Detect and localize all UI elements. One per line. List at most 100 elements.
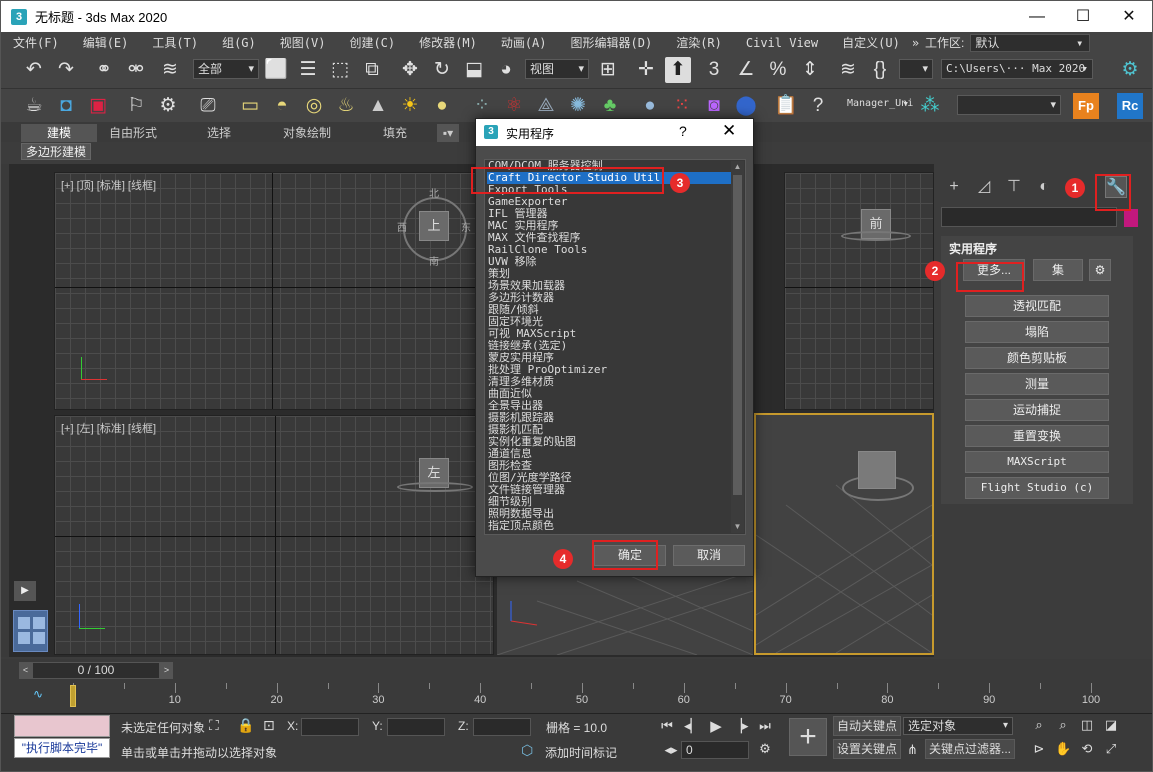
utility-list-item[interactable]: 通道信息 [487, 448, 731, 460]
sun-icon[interactable]: ☀ [397, 93, 423, 119]
prev-frame-button[interactable]: < [19, 662, 32, 679]
key-filter-icon[interactable]: ⋔ [907, 742, 918, 758]
viewcube-top[interactable]: 上 [419, 211, 449, 241]
selection-filter-select[interactable]: 全部 [193, 59, 259, 79]
utility-list-item[interactable]: 策划 [487, 268, 731, 280]
viewport-top-label[interactable]: [+] [顶] [标准] [线框] [61, 177, 156, 193]
menu-views[interactable]: 视图(V) [268, 34, 338, 51]
scroll-up-icon[interactable]: ▲ [731, 161, 744, 173]
motion-camera-icon[interactable]: ⎚ [195, 93, 221, 119]
select-object-icon[interactable]: ⬜ [263, 57, 289, 83]
isolate-icon[interactable]: ⛶ [209, 717, 219, 734]
time-tag-icon[interactable]: ⬡ [521, 742, 533, 759]
menu-customize[interactable]: 自定义(U) [830, 34, 912, 51]
utility-list-item[interactable]: Export Tools [487, 184, 731, 196]
tab-populate[interactable]: 填充 [359, 124, 431, 142]
utility-perspective-match[interactable]: 透视匹配 [965, 295, 1109, 317]
field-of-view-icon[interactable]: ⊳ [1031, 741, 1047, 757]
play-icon[interactable]: ▶ [708, 717, 724, 735]
close-button[interactable]: ✕ [1106, 1, 1152, 32]
workspace-select[interactable]: 默认 [970, 33, 1091, 52]
current-frame-field[interactable]: 0 [681, 741, 749, 759]
box-primitive-icon[interactable]: ▭ [237, 93, 263, 119]
render-icon[interactable]: ◙ [701, 93, 727, 119]
object-name-field[interactable] [941, 207, 1117, 227]
modify-tab-icon[interactable]: ◿ [973, 176, 995, 198]
set-key-big-icon[interactable]: + [789, 718, 827, 756]
help-icon[interactable]: ? [805, 93, 831, 119]
utility-maxscript[interactable]: MAXScript [965, 451, 1109, 473]
viewport-front[interactable]: 前 [784, 172, 934, 410]
gear-icon[interactable]: ✺ [565, 93, 591, 119]
color-dots-icon[interactable]: ⁙ [669, 93, 695, 119]
tab-modeling[interactable]: 建模 [21, 124, 97, 142]
utility-list-item[interactable]: 曲面近似 [487, 388, 731, 400]
utility-collapse[interactable]: 塌陷 [965, 321, 1109, 343]
window-crossing-icon[interactable]: ⧉ [359, 57, 385, 83]
prev-key-icon[interactable]: ◂▏ [684, 718, 701, 734]
fp-button[interactable]: Fp [1073, 93, 1099, 119]
utility-list-item[interactable]: Craft Director Studio Util [487, 172, 731, 184]
auto-key-button[interactable]: 自动关键点 [833, 716, 902, 736]
pan-icon[interactable]: ✋ [1055, 741, 1071, 757]
placement-icon[interactable]: ◕ [493, 57, 519, 83]
utility-list-item[interactable]: 实例化重复的贴图 [487, 436, 731, 448]
plant-icon[interactable]: ♣ [597, 93, 623, 119]
render-frame-icon[interactable]: ▣ [85, 93, 111, 119]
utility-list-item[interactable]: 摄影机跟踪器 [487, 412, 731, 424]
reference-coord-select[interactable]: 视图 [525, 59, 589, 79]
cone-icon[interactable]: ▲ [365, 93, 391, 119]
create-tab-icon[interactable]: + [943, 176, 965, 198]
project-path-select[interactable]: C:\Users\··· Max 2020 [941, 59, 1093, 79]
utility-list-item[interactable]: 跟随/倾斜 [487, 304, 731, 316]
menu-tools[interactable]: 工具(T) [140, 34, 210, 51]
dialog-close-button[interactable]: ✕ [722, 121, 736, 141]
angle-snap-icon[interactable]: ∠ [733, 57, 759, 83]
utility-list-item[interactable]: 图形检查 [487, 460, 731, 472]
menu-animation[interactable]: 动画(A) [489, 34, 559, 51]
absolute-mode-icon[interactable]: ⊡ [263, 717, 275, 734]
y-coord-field[interactable] [387, 718, 445, 736]
current-frame-marker[interactable] [70, 685, 76, 707]
sphere-icon[interactable]: ● [429, 93, 455, 119]
selected-object-select[interactable]: 选定对象 [903, 717, 1013, 735]
scroll-down-icon[interactable]: ▼ [731, 521, 744, 533]
maxscript-listener-input[interactable] [14, 715, 110, 737]
ok-button[interactable]: 确定 [594, 545, 666, 566]
toolbar-field[interactable] [957, 95, 1061, 115]
maximize-button[interactable]: ☐ [1060, 1, 1106, 32]
time-slider[interactable]: 0 / 100 [32, 662, 160, 679]
z-coord-field[interactable] [473, 718, 531, 736]
hemisphere-icon[interactable]: ◓ [269, 93, 295, 119]
utility-list-item[interactable]: MAC 实用程序 [487, 220, 731, 232]
menu-modifiers[interactable]: 修改器(M) [407, 34, 489, 51]
cancel-button[interactable]: 取消 [673, 545, 745, 566]
redo-icon[interactable]: ↷ [53, 57, 79, 83]
subtab-polygon-modeling[interactable]: 多边形建模 [21, 143, 92, 160]
utility-list-item[interactable]: 位图/光度学路径 [487, 472, 731, 484]
utility-list-item[interactable]: MAX 文件查找程序 [487, 232, 731, 244]
add-time-tag[interactable]: 添加时间标记 [545, 744, 617, 761]
motion-tab-icon[interactable]: ◐ [1033, 176, 1055, 198]
go-to-start-icon[interactable]: ⏮ [659, 718, 675, 734]
utility-list-item[interactable]: 摄影机匹配 [487, 424, 731, 436]
menu-rendering[interactable]: 渲染(R) [664, 34, 734, 51]
utility-list-item[interactable]: 指定顶点颜色 [487, 520, 731, 532]
utility-list-item[interactable]: 细节级别 [487, 496, 731, 508]
zoom-icon[interactable]: ⌕ [1031, 717, 1047, 733]
curve-editor-icon[interactable]: ∿ [33, 687, 43, 701]
utility-list-item[interactable]: UVW 移除 [487, 256, 731, 268]
rotate-icon[interactable]: ↻ [429, 57, 455, 83]
orbit-icon[interactable]: ⟲ [1079, 741, 1095, 757]
bind-spacewarp-icon[interactable]: ≋ [157, 57, 183, 83]
sets-button[interactable]: 集 [1033, 259, 1083, 281]
scripting-icon[interactable]: ⚙ [1117, 57, 1143, 83]
time-config-icon[interactable]: ⚙ [757, 741, 773, 757]
viewport-left-label[interactable]: [+] [左] [标准] [线框] [61, 420, 156, 436]
menu-file[interactable]: 文件(F) [1, 34, 71, 51]
teapot-icon[interactable]: ☕ [21, 93, 47, 119]
teapot-primitive-icon[interactable]: ♨ [333, 93, 359, 119]
named-selection-sets-field[interactable] [899, 59, 933, 79]
utility-measure[interactable]: 测量 [965, 373, 1109, 395]
zoom-extents-icon[interactable]: ◫ [1079, 717, 1095, 733]
